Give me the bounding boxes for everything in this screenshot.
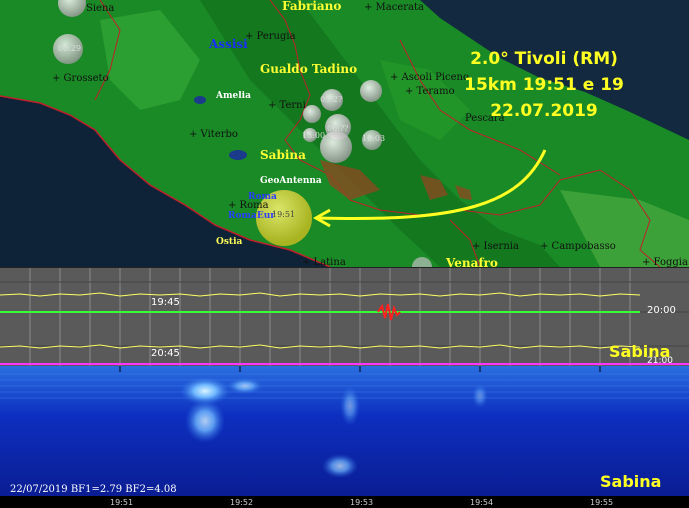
signal-burst <box>340 386 360 426</box>
map-background <box>0 0 689 267</box>
station-label: Sabina <box>609 342 671 361</box>
screen: Siena Fabriano + Macerata + Perugia Assi… <box>0 0 689 508</box>
city-label: + Teramo <box>405 86 455 97</box>
time-tick: 19:54 <box>470 498 494 507</box>
city-label: + Perugia <box>245 31 296 42</box>
time-tick: 19:55 <box>590 498 614 507</box>
annotation-line-2: 15km 19:51 e 19 <box>464 75 624 95</box>
signal-burst <box>227 378 263 394</box>
time-tick: 19:52 <box>230 498 254 507</box>
city-label-fabriano: Fabriano <box>282 0 342 13</box>
quake-time-label: 13:00 <box>302 131 326 140</box>
signal-burst <box>472 384 488 408</box>
event-annotation: 2.0° Tivoli (RM) 15km 19:51 e 19 22.07.2… <box>455 46 633 124</box>
city-label: + Macerata <box>364 2 424 13</box>
time-tick: 19:51 <box>110 498 134 507</box>
quake-circle <box>360 80 382 102</box>
city-label: + Campobasso <box>540 241 616 252</box>
place-label-assisi: Assisi <box>209 37 248 51</box>
time-label-left: 19:45 <box>151 297 180 308</box>
time-label-right: 20:00 <box>647 305 676 316</box>
seismic-map[interactable]: Siena Fabriano + Macerata + Perugia Assi… <box>0 0 689 267</box>
annotation-line-1: 2.0° Tivoli (RM) <box>470 49 618 69</box>
quake-time-label: 05:2? <box>320 95 343 104</box>
place-label-geoantenna: GeoAntenna <box>260 176 322 186</box>
city-label: + Latina <box>302 257 346 267</box>
quake-time-label: 10:03 <box>362 134 386 143</box>
quake-time-label: 19:51 <box>272 210 296 219</box>
city-label: + Viterbo <box>189 129 238 140</box>
signal-burst <box>322 454 358 478</box>
city-label: + Foggia <box>642 257 688 267</box>
seismogram-traces <box>0 268 689 367</box>
place-label-ostia: Ostia <box>216 237 243 247</box>
city-label: + Roma <box>228 200 269 211</box>
spectrogram-footer: 22/07/2019 BF1=2.79 BF2=4.08 <box>10 484 177 495</box>
city-label: + Terni <box>268 100 306 111</box>
place-label-sabina: Sabina <box>260 148 306 162</box>
trace-yellow-1 <box>0 292 641 297</box>
signal-burst <box>185 399 225 443</box>
place-label-amelia: Amelia <box>216 91 251 101</box>
quake-time-label: 00:29 <box>58 44 82 53</box>
seismogram-panel[interactable]: 19:45 20:00 20:45 21:00 Sabina <box>0 267 689 367</box>
place-label-gualdo-tadino: Gualdo Tadino <box>260 62 358 76</box>
annotation-line-3: 22.07.2019 <box>490 101 598 121</box>
time-tick: 19:53 <box>350 498 374 507</box>
quake-time-label: 06:?? <box>327 124 349 133</box>
city-label: Siena <box>86 3 115 14</box>
city-label: + Isernia <box>472 241 519 252</box>
place-label-romaeur: RomaEur <box>228 211 275 221</box>
station-label: Sabina <box>600 472 662 491</box>
city-label: + Grosseto <box>52 73 109 84</box>
place-label-venafro: Venafro <box>446 256 498 267</box>
time-label-left: 20:45 <box>151 348 180 359</box>
